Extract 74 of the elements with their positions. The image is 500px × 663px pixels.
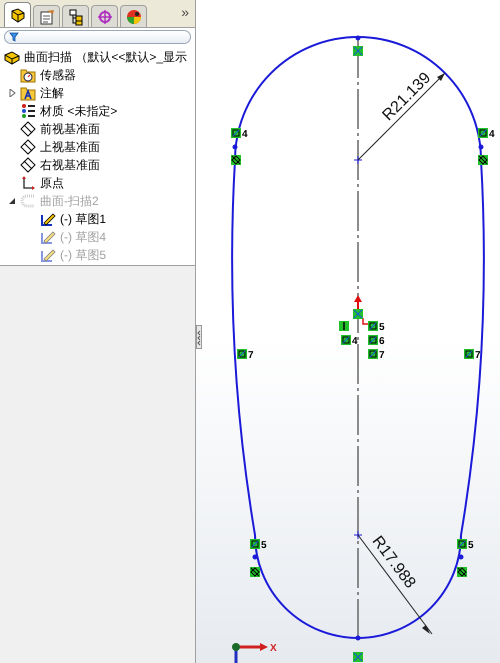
tree-item-label[interactable]: 右视基准面 — [39, 156, 101, 174]
relation-icon[interactable] — [478, 128, 488, 138]
relation-count: 7 — [475, 350, 481, 361]
axis-label: X — [270, 643, 277, 654]
relation-icon[interactable] — [457, 539, 467, 549]
sensor-folder-icon — [20, 67, 36, 83]
relation-count: 5 — [379, 322, 385, 333]
splitter-handle-icon[interactable] — [196, 325, 202, 349]
relation-icon[interactable] — [231, 128, 241, 138]
tangent-relation-icon[interactable] — [231, 155, 241, 165]
relation-count: 6 — [379, 336, 385, 347]
property-tab-icon — [38, 8, 56, 26]
filter-field[interactable] — [4, 30, 191, 44]
relation-count: 5 — [468, 540, 474, 551]
expand-arrow-icon[interactable] — [9, 89, 16, 97]
relation-icon[interactable] — [464, 349, 474, 359]
relation-icon[interactable] — [341, 335, 351, 345]
coincident-relation-icon[interactable] — [353, 46, 363, 56]
plane-icon — [20, 157, 36, 173]
sketch-point-icon — [458, 554, 464, 560]
origin-icon — [20, 175, 36, 191]
tangent-relation-icon[interactable] — [457, 567, 467, 577]
vertical-relation-icon[interactable] — [339, 321, 349, 331]
sweep-feature-icon — [20, 193, 36, 209]
tangent-relation-icon[interactable] — [478, 155, 488, 165]
panel-tab[interactable] — [62, 5, 89, 27]
config-tab-icon — [66, 8, 84, 26]
coincident-relation-icon[interactable] — [353, 652, 363, 662]
part-icon — [4, 49, 20, 65]
relation-icon[interactable] — [368, 321, 378, 331]
tree-item-label[interactable]: 曲面扫描 （默认<<默认>_显示 — [23, 48, 188, 66]
tree-item-label[interactable]: 原点 — [39, 174, 65, 192]
display-tab-icon — [124, 8, 142, 26]
relation-count: 4 — [242, 129, 248, 140]
sketch-point-icon — [356, 36, 360, 40]
tree-item-label[interactable]: 传感器 — [39, 66, 77, 84]
material-icon — [20, 103, 36, 119]
relation-icon[interactable] — [368, 335, 378, 345]
plane-icon — [20, 121, 36, 137]
sketch-point-icon — [232, 144, 238, 150]
sketch-point-icon — [252, 554, 258, 560]
panel-tab[interactable] — [4, 2, 31, 27]
sketch-icon — [40, 229, 56, 245]
tree-item-label[interactable]: 前视基准面 — [39, 120, 101, 138]
relation-count: 7 — [248, 350, 254, 361]
sketch-point-icon — [478, 144, 484, 150]
sketch-profile[interactable] — [231, 36, 485, 639]
relation-count: 4 — [352, 336, 358, 347]
origin-arrow-icon — [354, 295, 368, 325]
plane-icon — [20, 139, 36, 155]
arc-center-mark-icon — [354, 156, 362, 164]
origin-relation-icon[interactable] — [353, 309, 363, 319]
more-tabs-button[interactable]: » — [181, 2, 191, 27]
relation-count: 7 — [379, 350, 385, 361]
relation-icon[interactable] — [237, 349, 247, 359]
sketch-point-icon — [356, 636, 360, 640]
arc-center-mark-icon — [354, 530, 362, 540]
filter-icon — [9, 32, 19, 42]
sketch-icon — [40, 247, 56, 263]
panel-tab[interactable] — [120, 5, 147, 27]
tangent-relation-icon[interactable] — [250, 567, 260, 577]
x-axis-triad-icon — [232, 643, 268, 663]
relation-count: 4 — [489, 129, 495, 140]
relation-count: 5 — [261, 540, 267, 551]
panel-tab[interactable] — [33, 5, 60, 27]
dimxpert-tab-icon — [96, 8, 114, 26]
relation-icon[interactable] — [368, 349, 378, 359]
tree-item-label[interactable]: 注解 — [39, 84, 65, 102]
tree-item-label[interactable]: 材质 <未指定> — [39, 102, 118, 120]
feature-tab-icon — [8, 6, 26, 24]
tree-item-label[interactable]: 上视基准面 — [39, 138, 101, 156]
annotation-folder-icon — [20, 85, 36, 101]
relation-icon[interactable] — [250, 539, 260, 549]
sketch-icon — [40, 211, 56, 227]
